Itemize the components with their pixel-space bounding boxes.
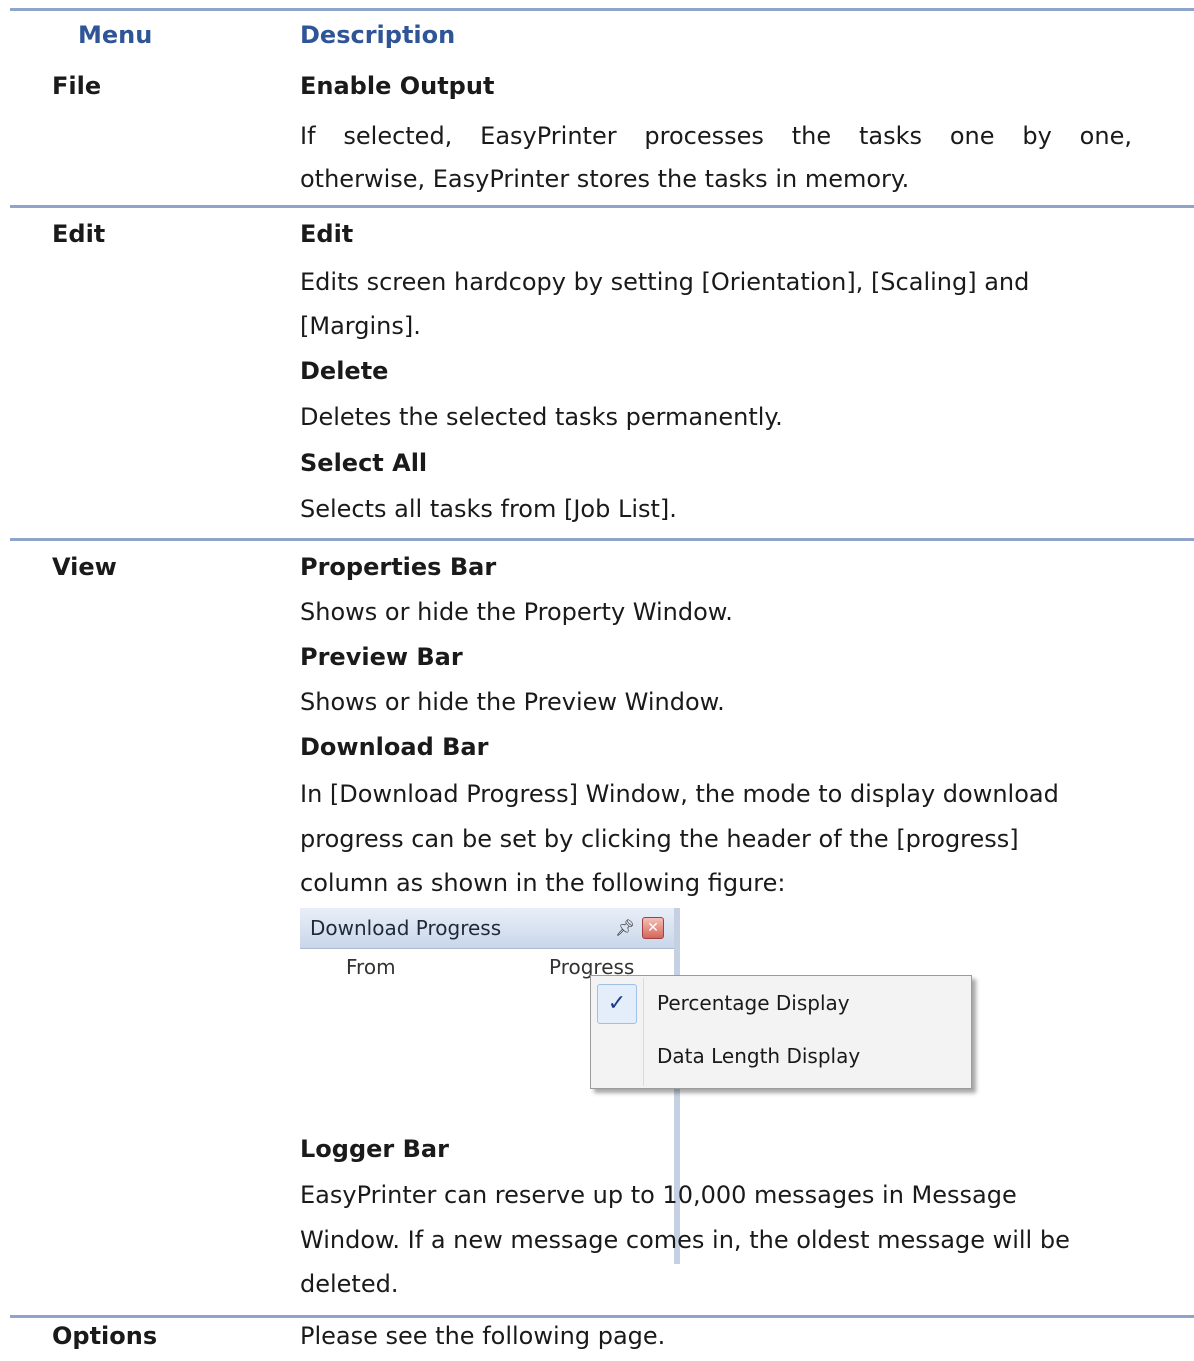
menu-item-percentage-display[interactable]: Percentage Display — [657, 990, 850, 1016]
menu-view: View — [52, 553, 117, 581]
item-desc-logger-bar-line1: EasyPrinter can reserve up to 10,000 mes… — [300, 1181, 1017, 1209]
item-desc-delete: Deletes the selected tasks permanently. — [300, 403, 783, 431]
close-icon[interactable]: ✕ — [642, 917, 664, 939]
item-desc-properties-bar: Shows or hide the Property Window. — [300, 598, 733, 626]
item-title-download-bar: Download Bar — [300, 733, 489, 761]
context-menu: ✓ Percentage Display Data Length Display — [590, 975, 972, 1089]
menu-file: File — [52, 72, 102, 100]
item-title-delete: Delete — [300, 357, 389, 385]
item-desc-enable-output-line2: otherwise, EasyPrinter stores the tasks … — [300, 165, 910, 193]
item-title-enable-output: Enable Output — [300, 72, 495, 100]
item-title-select-all: Select All — [300, 449, 428, 477]
item-title-properties-bar: Properties Bar — [300, 553, 497, 581]
item-desc-edit-line2: [Margins]. — [300, 312, 421, 340]
item-desc-edit-line1: Edits screen hardcopy by setting [Orient… — [300, 268, 1030, 296]
table-top-rule — [10, 8, 1194, 11]
header-description: Description — [300, 21, 456, 49]
column-header-from[interactable]: From — [346, 954, 396, 980]
menu-item-data-length-display[interactable]: Data Length Display — [657, 1043, 860, 1069]
item-desc-download-bar-line1: In [Download Progress] Window, the mode … — [300, 780, 1059, 808]
item-title-logger-bar: Logger Bar — [300, 1135, 449, 1163]
window-title: Download Progress — [310, 916, 502, 940]
item-title-preview-bar: Preview Bar — [300, 643, 463, 671]
item-desc-logger-bar-line2: Window. If a new message comes in, the o… — [300, 1226, 1070, 1254]
window-titlebar: Download Progress 📌︎ ✕ — [300, 908, 674, 949]
item-desc-options: Please see the following page. — [300, 1322, 666, 1350]
checkmark-icon: ✓ — [597, 984, 637, 1024]
item-desc-enable-output-line1: If selected, EasyPrinter processes the tasks o… — [300, 122, 1132, 150]
item-desc-preview-bar: Shows or hide the Preview Window. — [300, 688, 725, 716]
row-divider-view — [10, 1315, 1194, 1318]
row-divider-edit — [10, 538, 1194, 541]
pin-icon[interactable]: 📌︎ — [615, 918, 635, 937]
download-progress-figure: Download Progress 📌︎ ✕ From Progress ✓ P… — [300, 908, 990, 1268]
context-menu-separator — [643, 978, 644, 1086]
header-menu: Menu — [78, 21, 153, 49]
item-desc-select-all: Selects all tasks from [Job List]. — [300, 495, 677, 523]
item-desc-download-bar-line3: column as shown in the following figure: — [300, 869, 786, 897]
menu-options: Options — [52, 1322, 158, 1350]
menu-edit: Edit — [52, 220, 106, 248]
item-desc-logger-bar-line3: deleted. — [300, 1270, 399, 1298]
item-desc-download-bar-line2: progress can be set by clicking the head… — [300, 825, 1019, 853]
item-title-edit: Edit — [300, 220, 354, 248]
row-divider-file — [10, 205, 1194, 208]
